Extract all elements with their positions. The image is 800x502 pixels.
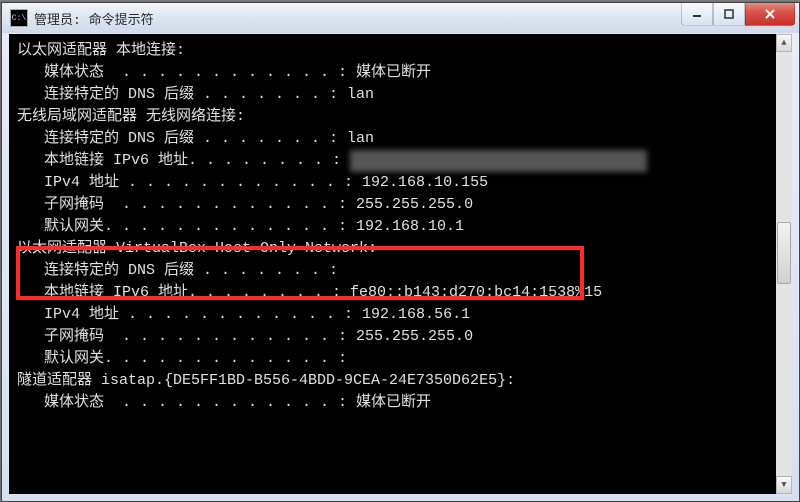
vertical-scrollbar[interactable]: ▲ ▼ [776, 34, 792, 494]
cmd-icon: C:\ [10, 9, 28, 27]
terminal-line: 连接特定的 DNS 后缀 . . . . . . . : lan [17, 84, 784, 106]
terminal-line: 本地链接 IPv6 地址. . . . . . . . : fe80::b143… [17, 282, 784, 304]
terminal-line: IPv4 地址 . . . . . . . . . . . . : 192.16… [17, 304, 784, 326]
scroll-down-button[interactable]: ▼ [776, 476, 792, 494]
window-buttons [681, 3, 799, 25]
terminal-line: 隧道适配器 isatap.{DE5FF1BD-B556-4BDD-9CEA-24… [17, 370, 784, 392]
terminal-line: 子网掩码 . . . . . . . . . . . . : 255.255.2… [17, 194, 784, 216]
terminal-line: 以太网适配器 VirtualBox Host-Only Network: [17, 238, 784, 260]
terminal-line: 连接特定的 DNS 后缀 . . . . . . . : lan [17, 128, 784, 150]
scroll-track[interactable] [776, 52, 792, 476]
cmd-window: C:\ 管理员: 命令提示符 以太网适配器 本地连接: 媒体状态 . . . .… [1, 2, 800, 502]
terminal-line: 无线局域网适配器 无线网络连接: [17, 106, 784, 128]
terminal-line: 本地链接 IPv6 地址. . . . . . . . : fe80 :b14 … [17, 150, 784, 172]
terminal-line: 子网掩码 . . . . . . . . . . . . : 255.255.2… [17, 326, 784, 348]
titlebar[interactable]: C:\ 管理员: 命令提示符 [2, 3, 799, 33]
terminal-line: 媒体状态 . . . . . . . . . . . . : 媒体已断开 [17, 62, 784, 84]
terminal-line: 媒体状态 . . . . . . . . . . . . : 媒体已断开 [17, 392, 784, 414]
scroll-up-button[interactable]: ▲ [776, 34, 792, 52]
terminal-line: 以太网适配器 本地连接: [17, 40, 784, 62]
terminal-line: 连接特定的 DNS 后缀 . . . . . . . : [17, 260, 784, 282]
terminal-line: IPv4 地址 . . . . . . . . . . . . : 192.16… [17, 172, 784, 194]
maximize-button[interactable] [713, 3, 745, 26]
minimize-button[interactable] [681, 3, 713, 26]
window-title: 管理员: 命令提示符 [34, 9, 681, 28]
terminal-output[interactable]: 以太网适配器 本地连接: 媒体状态 . . . . . . . . . . . … [9, 34, 792, 494]
terminal-line: 默认网关. . . . . . . . . . . . . : [17, 348, 784, 370]
close-button[interactable] [745, 3, 795, 26]
scroll-thumb[interactable] [777, 222, 791, 284]
terminal-line: 默认网关. . . . . . . . . . . . . : 192.168.… [17, 216, 784, 238]
